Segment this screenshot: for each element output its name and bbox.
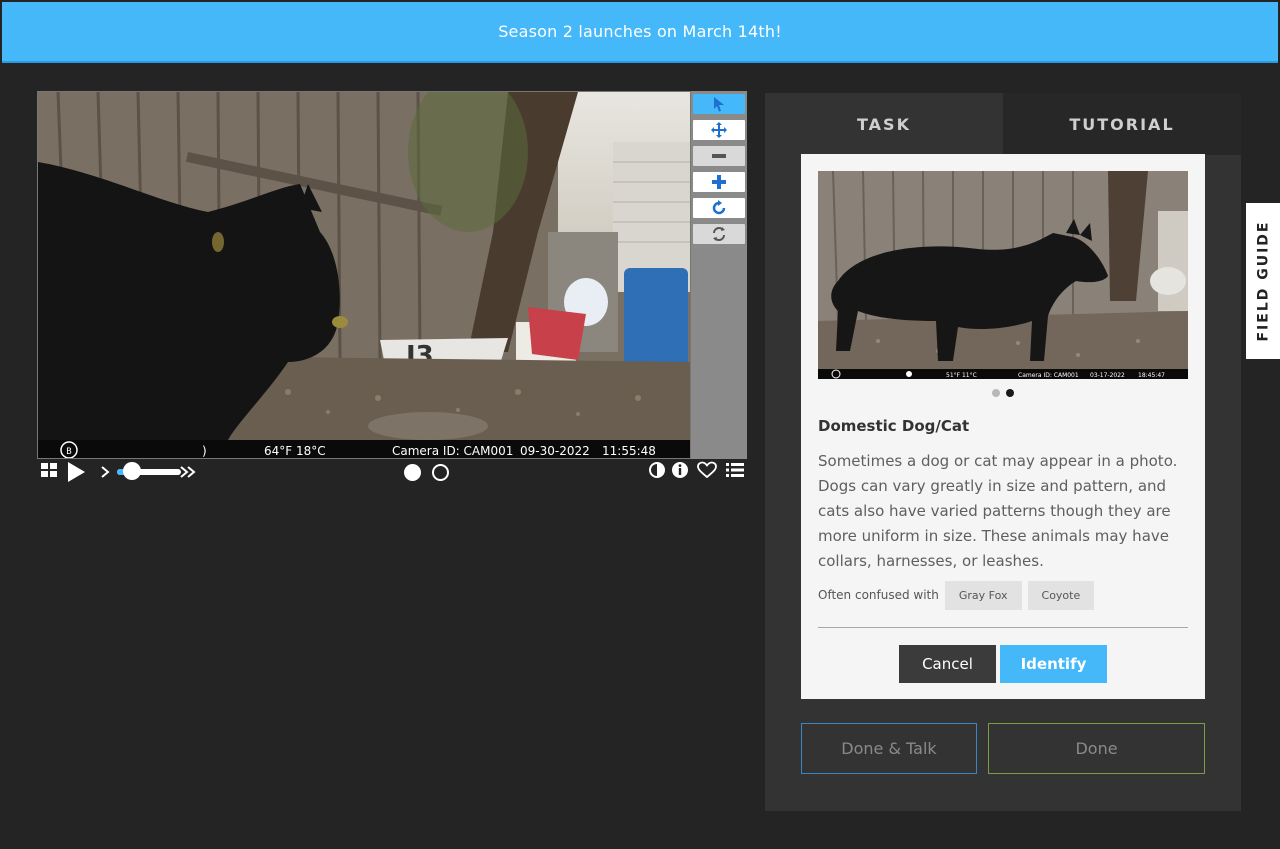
move-icon (711, 122, 727, 138)
done-and-talk-button[interactable]: Done & Talk (801, 723, 977, 774)
fast-icon (180, 466, 196, 478)
overlay-date: 09-30-2022 (520, 444, 590, 458)
species-title: Domestic Dog/Cat (818, 417, 970, 435)
banner-text: Season 2 launches on March 14th! (498, 22, 782, 41)
faster-button[interactable] (179, 463, 197, 481)
rotate-icon (712, 200, 726, 215)
annotate-tool-button[interactable] (693, 94, 745, 114)
species-photo-graphic: 51°F 11°C Camera ID: CAM001 03-17-2022 1… (818, 171, 1188, 379)
card-divider (818, 627, 1188, 628)
image-carousel-dots (801, 389, 1205, 397)
overlay-camera-id: Camera ID: CAM001 (392, 444, 513, 458)
frame-dot-selected (404, 464, 421, 481)
confused-with-row: Often confused with Gray Fox Coyote (818, 580, 1095, 610)
overlay-moon: ) (202, 444, 207, 458)
announcement-banner: Season 2 launches on March 14th! (2, 2, 1278, 63)
example-overlay-camera-id: Camera ID: CAM001 (1018, 372, 1079, 379)
reset-icon (713, 227, 725, 241)
done-button[interactable]: Done (988, 723, 1205, 774)
grid-icon (41, 463, 57, 477)
tab-tutorial[interactable]: TUTORIAL (1003, 93, 1241, 155)
reset-button[interactable] (693, 224, 745, 244)
slow-icon (101, 466, 110, 478)
field-guide-button[interactable]: FIELD GUIDE (1246, 203, 1280, 359)
species-description: Sometimes a dog or cat may appear in a p… (818, 452, 1178, 570)
invert-button[interactable] (648, 461, 666, 479)
viewer-controls (37, 461, 747, 483)
zoom-out-button[interactable] (693, 146, 745, 166)
play-button[interactable] (65, 461, 87, 483)
move-tool-button[interactable] (693, 120, 745, 140)
field-guide-label: FIELD GUIDE (1255, 220, 1272, 342)
subject-photo-graphic: I3 B ) 64°F 18°C Camera ID: CAM001 09-30… (38, 92, 690, 458)
frame-1-button[interactable] (404, 464, 421, 481)
example-overlay-time: 18:45:47 (1138, 372, 1165, 379)
species-card: 51°F 11°C Camera ID: CAM001 03-17-2022 1… (801, 154, 1205, 699)
confused-chip-gray-fox[interactable]: Gray Fox (944, 580, 1022, 610)
overlay-temperature: 64°F 18°C (264, 444, 326, 458)
overlay-time: 11:55:48 (602, 444, 656, 458)
frame-dot (432, 464, 449, 481)
cancel-button[interactable]: Cancel (899, 645, 996, 683)
frame-2-button[interactable] (432, 464, 449, 481)
heart-icon (697, 461, 717, 479)
task-panel: TASK TUTORIAL 51°F 11°C Camera ID: CAM00… (765, 93, 1241, 811)
collections-button[interactable] (725, 461, 745, 479)
carousel-dot-2[interactable] (1006, 389, 1014, 397)
subject-viewer: I3 B ) 64°F 18°C Camera ID: CAM001 09-30… (37, 91, 747, 459)
slower-button[interactable] (99, 463, 111, 481)
play-icon (68, 462, 85, 482)
confused-with-label: Often confused with (818, 588, 939, 602)
invert-icon (649, 462, 665, 478)
example-overlay-temperature: 51°F 11°C (946, 372, 977, 379)
zoom-in-icon (712, 175, 726, 189)
list-icon (726, 463, 744, 477)
carousel-dot-1[interactable] (992, 389, 1000, 397)
identify-button[interactable]: Identify (1000, 645, 1107, 683)
pointer-icon (714, 97, 724, 112)
zoom-in-button[interactable] (693, 172, 745, 192)
subject-image[interactable]: I3 B ) 64°F 18°C Camera ID: CAM001 09-30… (37, 91, 691, 459)
example-overlay-date: 03-17-2022 (1090, 372, 1125, 379)
image-toolbar (691, 91, 747, 459)
info-icon (672, 462, 688, 478)
tab-task[interactable]: TASK (765, 93, 1003, 155)
panel-tabs: TASK TUTORIAL (765, 93, 1241, 155)
confused-chip-coyote[interactable]: Coyote (1027, 580, 1095, 610)
rotate-button[interactable] (693, 198, 745, 218)
frame-grid-button[interactable] (40, 461, 58, 479)
favorite-button[interactable] (697, 461, 717, 479)
svg-text:B: B (66, 447, 71, 457)
species-example-image: 51°F 11°C Camera ID: CAM001 03-17-2022 1… (818, 171, 1188, 379)
zoom-out-icon (712, 154, 726, 158)
metadata-button[interactable] (671, 461, 689, 479)
slider-handle[interactable] (123, 462, 141, 480)
